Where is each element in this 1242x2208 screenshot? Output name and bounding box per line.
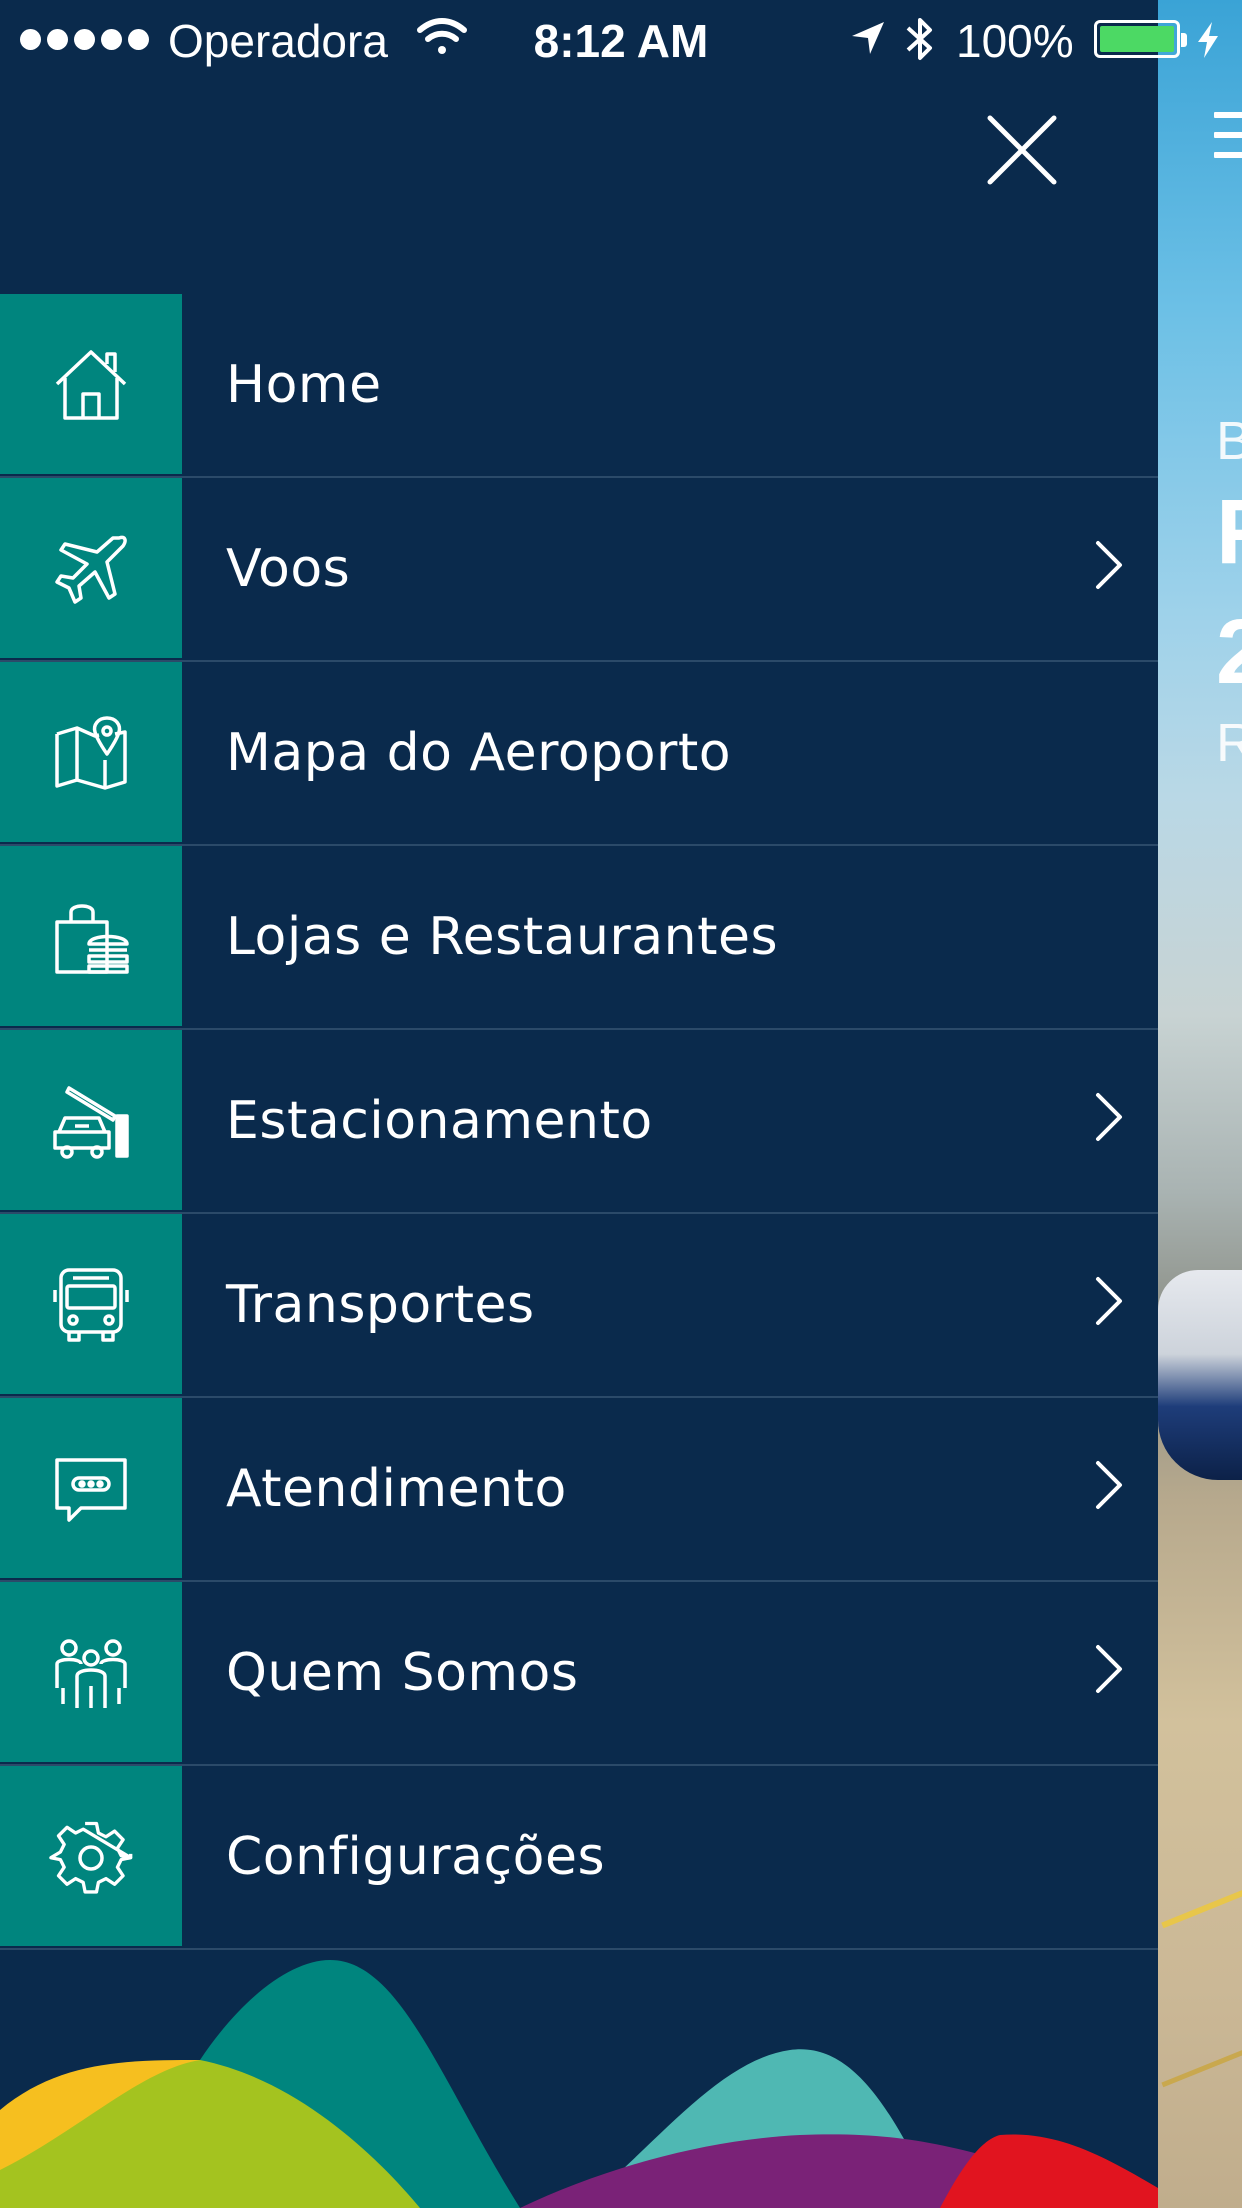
menu-item-transportes[interactable]: Transportes xyxy=(0,1214,1158,1398)
people-icon xyxy=(55,1639,127,1708)
chevron-right-icon xyxy=(1096,1645,1122,1693)
menu-item-atendimento[interactable]: Atendimento xyxy=(0,1398,1158,1582)
drawer-menu: Home Voos Mapa do Aeroporto Lojas e Rest… xyxy=(0,294,1158,1950)
close-button[interactable] xyxy=(984,112,1060,188)
navigation-drawer: Home Voos Mapa do Aeroporto Lojas e Rest… xyxy=(0,0,1158,2208)
decorative-waves xyxy=(0,1960,1158,2208)
chat-bubble-icon xyxy=(55,1458,127,1522)
map-pin-icon xyxy=(55,716,127,790)
menu-icon-cell xyxy=(0,846,182,1028)
chevron-right-icon xyxy=(1096,541,1122,589)
menu-item-home[interactable]: Home xyxy=(0,294,1158,478)
menu-icon-cell xyxy=(0,662,182,844)
menu-item-mapa-do-aeroporto[interactable]: Mapa do Aeroporto xyxy=(0,662,1158,846)
menu-item-label: Voos xyxy=(226,539,351,599)
menu-icon-cell xyxy=(0,1214,182,1396)
background-heading-fragment: B xyxy=(1216,411,1242,471)
menu-item-label: Estacionamento xyxy=(226,1091,653,1151)
background-number-fragment: 2 xyxy=(1216,601,1242,703)
chevron-right-icon xyxy=(1096,1461,1122,1509)
gear-icon xyxy=(49,1821,133,1894)
background-app-screen: B F 2 R xyxy=(1158,0,1242,2208)
menu-icon-cell xyxy=(0,1766,182,1948)
menu-item-voos[interactable]: Voos xyxy=(0,478,1158,662)
runway-marking xyxy=(1161,2037,1242,2088)
menu-item-label: Atendimento xyxy=(226,1459,567,1519)
menu-item-label: Quem Somos xyxy=(226,1643,579,1703)
menu-item-label: Transportes xyxy=(226,1275,535,1335)
menu-item-label: Mapa do Aeroporto xyxy=(226,723,732,783)
close-icon xyxy=(987,115,1057,185)
menu-item-quem-somos[interactable]: Quem Somos xyxy=(0,1582,1158,1766)
location-arrow-icon xyxy=(852,22,884,54)
parking-car-icon xyxy=(53,1086,129,1159)
status-bar: Operadora 8:12 AM 100% xyxy=(0,0,1242,80)
bluetooth-icon xyxy=(906,18,932,60)
airplane-photo xyxy=(1158,1270,1242,1480)
battery-icon xyxy=(1094,20,1187,58)
menu-icon-cell xyxy=(0,1030,182,1212)
menu-icon-cell xyxy=(0,1398,182,1580)
menu-icon-cell xyxy=(0,478,182,660)
menu-item-estacionamento[interactable]: Estacionamento xyxy=(0,1030,1158,1214)
background-subtitle-fragment: R xyxy=(1216,713,1242,773)
battery-percentage: 100% xyxy=(956,15,1074,67)
menu-item-configuracoes[interactable]: Configurações xyxy=(0,1766,1158,1950)
menu-item-lojas-e-restaurantes[interactable]: Lojas e Restaurantes xyxy=(0,846,1158,1030)
menu-icon-cell xyxy=(0,294,182,476)
home-icon xyxy=(55,350,127,420)
airplane-icon xyxy=(55,535,127,604)
charging-bolt-icon xyxy=(1198,22,1218,58)
runway-marking xyxy=(1161,1877,1242,1929)
chevron-right-icon xyxy=(1096,1277,1122,1325)
bus-icon xyxy=(53,1268,129,1342)
hamburger-menu-icon[interactable] xyxy=(1214,112,1242,172)
background-title-fragment: F xyxy=(1216,480,1242,585)
menu-item-label: Home xyxy=(226,355,382,415)
menu-item-label: Lojas e Restaurantes xyxy=(226,907,779,967)
menu-item-label: Configurações xyxy=(226,1827,606,1887)
shopping-bag-burger-icon xyxy=(55,904,129,974)
menu-icon-cell xyxy=(0,1582,182,1764)
chevron-right-icon xyxy=(1096,1093,1122,1141)
